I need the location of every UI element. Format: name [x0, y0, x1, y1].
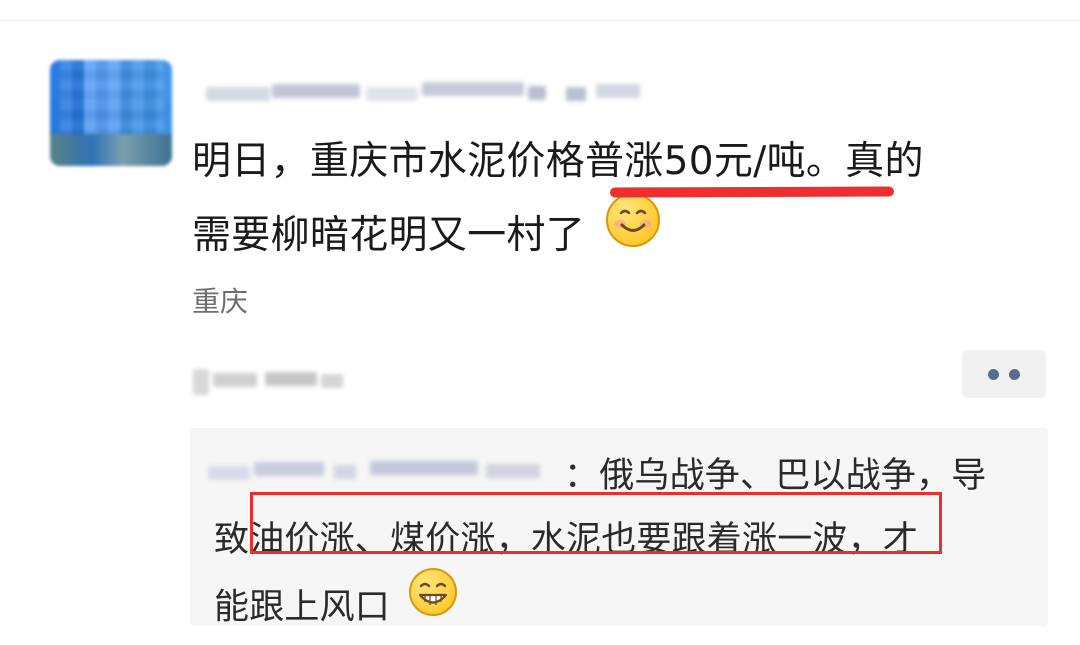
post-content: 明日，重庆市水泥价格普涨50元/吨。真的 需要柳暗花明又一村了	[192, 126, 1062, 278]
smile-face-icon	[604, 191, 662, 272]
post-line-1: 明日，重庆市水泥价格普涨50元/吨。真的	[192, 139, 924, 184]
highlight-underline	[609, 186, 895, 198]
highlight-box	[250, 492, 942, 554]
more-dot-icon	[988, 368, 999, 380]
comment-line-1: ：俄乌战争、巴以战争，导	[564, 456, 987, 496]
username-blurred[interactable]	[206, 70, 646, 112]
grin-face-icon	[407, 566, 459, 639]
avatar[interactable]	[50, 60, 172, 166]
more-dot-icon	[1009, 368, 1020, 380]
post-line-2: 需要柳暗花明又一村了	[192, 213, 586, 258]
more-options-button[interactable]	[962, 350, 1046, 398]
comment-line-3: 能跟上风口	[214, 587, 391, 628]
top-divider	[0, 20, 1080, 21]
time-blurred	[193, 362, 347, 395]
post-location[interactable]: 重庆	[192, 282, 248, 322]
